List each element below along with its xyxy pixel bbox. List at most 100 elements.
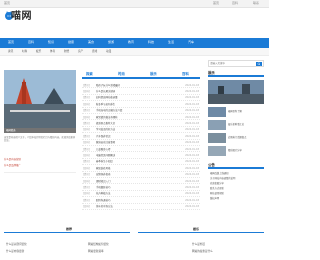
sidebar-item-4[interactable]: 精彩图片分享 — [228, 149, 242, 152]
list-item-category[interactable]: [百科] — [83, 116, 90, 119]
top-link-contact[interactable]: 联系 — [253, 2, 259, 5]
bottom-link-6[interactable]: 网站的权重是什么 — [192, 250, 213, 253]
search-input[interactable] — [210, 61, 254, 66]
sidebar-image-main[interactable] — [208, 80, 264, 104]
list-item-category[interactable]: [百科] — [83, 90, 90, 93]
list-item-category[interactable]: [资讯] — [83, 173, 90, 176]
nav-item-health[interactable]: 健康 — [68, 41, 74, 44]
notice-item-6[interactable]: 版权声明 — [210, 197, 219, 200]
list-item-title[interactable]: 春季养生小知识 — [96, 160, 113, 163]
list-item-title[interactable]: 茶叶的冲泡方法 — [96, 205, 113, 208]
sidebar-item-3[interactable]: 近期热门话题盘点 — [228, 136, 246, 139]
sidebar-thumb-3[interactable] — [208, 133, 226, 143]
list-item-category[interactable]: [资讯] — [83, 109, 90, 112]
list-item-title[interactable]: 陪孩子玩什么游戏最好 — [96, 84, 120, 87]
list-item-category[interactable]: [百科] — [83, 205, 90, 208]
nav-item-home[interactable]: 首页 — [8, 41, 14, 44]
notice-item-1[interactable]: 喵网改版上线通知 — [210, 172, 228, 175]
list-item-category[interactable]: [资讯] — [83, 186, 90, 189]
list-item-title[interactable]: 汽车保养常识 — [96, 135, 110, 138]
left-link-1[interactable]: 什么是内容营销 — [4, 158, 21, 161]
top-link-wiki[interactable]: 百科 — [232, 2, 238, 5]
list-item-category[interactable]: [百科] — [83, 192, 90, 195]
tab-ent[interactable]: 娱乐 — [150, 72, 157, 76]
bottom-link-5[interactable]: 网站更新频率 — [88, 250, 104, 253]
bottom-link-4[interactable]: 什么是内容更新 — [6, 250, 24, 253]
list-item-category[interactable]: [资讯] — [83, 199, 90, 202]
list-item-category[interactable]: [百科] — [83, 180, 90, 183]
list-item-category[interactable]: [百科] — [83, 103, 90, 106]
bottom-link-2[interactable]: 网站结构如何优化 — [88, 243, 109, 246]
featured-caption-bar: 喵网精选 — [4, 128, 76, 133]
notice-item-4[interactable]: 联系方式更新 — [210, 187, 224, 190]
featured-image[interactable] — [4, 70, 76, 128]
list-item-title[interactable]: 健身运动注意事项 — [96, 141, 115, 144]
left-link-2[interactable]: 什么是品牌推广 — [4, 164, 21, 167]
bottom-link-1[interactable]: 什么是关键词优化 — [6, 243, 27, 246]
sidebar-thumb-1[interactable] — [208, 107, 226, 117]
list-item-title[interactable]: 理财知识入门 — [96, 180, 110, 183]
top-home-link[interactable]: 首页 — [4, 2, 10, 5]
search-button[interactable] — [256, 61, 262, 66]
list-item-title[interactable]: 家居装修风格 — [96, 167, 110, 170]
sidebar-thumb-2[interactable] — [208, 120, 226, 130]
subnav-item-sports[interactable]: 体育 — [50, 50, 55, 53]
left-spacer — [4, 172, 76, 202]
subnav-item-games[interactable]: 游戏 — [92, 50, 97, 53]
list-item-date: 2024-01-18 — [185, 153, 199, 157]
subnav-item-ent[interactable]: 娱乐 — [36, 50, 41, 53]
list-item-title[interactable]: 花卉种植方法 — [96, 192, 110, 195]
nav-item-auto[interactable]: 汽车 — [188, 41, 194, 44]
tab-wiki[interactable]: 百科 — [182, 72, 189, 76]
subnav-item-news[interactable]: 资讯 — [8, 50, 13, 53]
top-link-home[interactable]: 首页 — [213, 2, 219, 5]
list-item-title[interactable]: 手机摄影技巧 — [96, 186, 110, 189]
list-item-title[interactable]: 旅游景点推荐大全 — [96, 122, 115, 125]
nav-item-wiki[interactable]: 百科 — [28, 41, 34, 44]
subnav-item-finance[interactable]: 财经 — [64, 50, 69, 53]
list-item-title[interactable]: 什么是长尾关键词 — [96, 90, 115, 93]
notice-item-3[interactable]: 欢迎投稿分享 — [210, 182, 224, 185]
list-item-category[interactable]: [资讯] — [83, 148, 90, 151]
main-nav: 首页 百科 知识 健康 美食 旅游 教育 科技 生活 汽车 — [0, 38, 269, 48]
featured-caption[interactable]: 喵网精选 — [6, 129, 16, 132]
list-item-category[interactable]: [资讯] — [83, 135, 90, 138]
sidebar-item-1[interactable]: 喵网带你了解 — [228, 110, 242, 113]
list-item-title[interactable]: 秋冬季节如何养生 — [96, 103, 115, 106]
sidebar-item-2[interactable]: 娱乐新鲜事汇总 — [228, 123, 244, 126]
list-item-category[interactable]: [百科] — [83, 167, 90, 170]
bottom-link-3[interactable]: 什么是外链 — [192, 243, 205, 246]
nav-item-travel[interactable]: 旅游 — [108, 41, 114, 44]
nav-item-education[interactable]: 教育 — [128, 41, 134, 44]
list-item-title[interactable]: 宠物饲养指南 — [96, 173, 110, 176]
notice-item-2[interactable]: 关于网站内容调整的说明 — [210, 177, 235, 180]
list-item-category[interactable]: [资讯] — [83, 122, 90, 125]
list-item-category[interactable]: [资讯] — [83, 96, 90, 99]
nav-item-tech[interactable]: 科技 — [148, 41, 154, 44]
list-item-category[interactable]: [百科] — [83, 154, 90, 157]
subnav-item-anime[interactable]: 动漫 — [106, 50, 111, 53]
tab-explore[interactable]: 探索 — [86, 72, 93, 76]
list-item-title[interactable]: 儿童教育心得 — [96, 148, 110, 151]
list-item-category[interactable]: [资讯] — [83, 160, 90, 163]
list-item-title[interactable]: 职场沟通技巧 — [96, 199, 110, 202]
list-item[interactable]: [百科] 茶叶的冲泡方法 2024-01-18 — [82, 204, 200, 210]
nav-item-knowledge[interactable]: 知识 — [48, 41, 54, 44]
site-title[interactable]: 喵网 — [11, 11, 32, 23]
nav-item-food[interactable]: 美食 — [88, 41, 94, 44]
list-item-date: 2024-01-18 — [185, 83, 199, 87]
list-item-title[interactable]: 家常菜的做法有哪些 — [96, 116, 118, 119]
list-item-category[interactable]: [资讯] — [83, 84, 90, 87]
notice-item-5[interactable]: 网站使用帮助 — [210, 192, 224, 195]
list-item-title[interactable]: 学习英语的好方法 — [96, 128, 115, 131]
list-item-category[interactable]: [百科] — [83, 141, 90, 144]
tab-fashion[interactable]: 时尚 — [118, 72, 125, 76]
subnav-item-house[interactable]: 房产 — [78, 50, 83, 53]
nav-item-life[interactable]: 生活 — [168, 41, 174, 44]
list-item-title[interactable]: 电脑常见问题解决 — [96, 154, 115, 157]
sidebar-thumb-4[interactable] — [208, 146, 226, 156]
list-item-title[interactable]: 如何提高网站收录量 — [96, 96, 118, 99]
list-item-category[interactable]: [百科] — [83, 128, 90, 131]
list-item-title[interactable]: 手机充电的正确方法介绍 — [96, 109, 122, 112]
subnav-item-fashion[interactable]: 时尚 — [22, 50, 27, 53]
